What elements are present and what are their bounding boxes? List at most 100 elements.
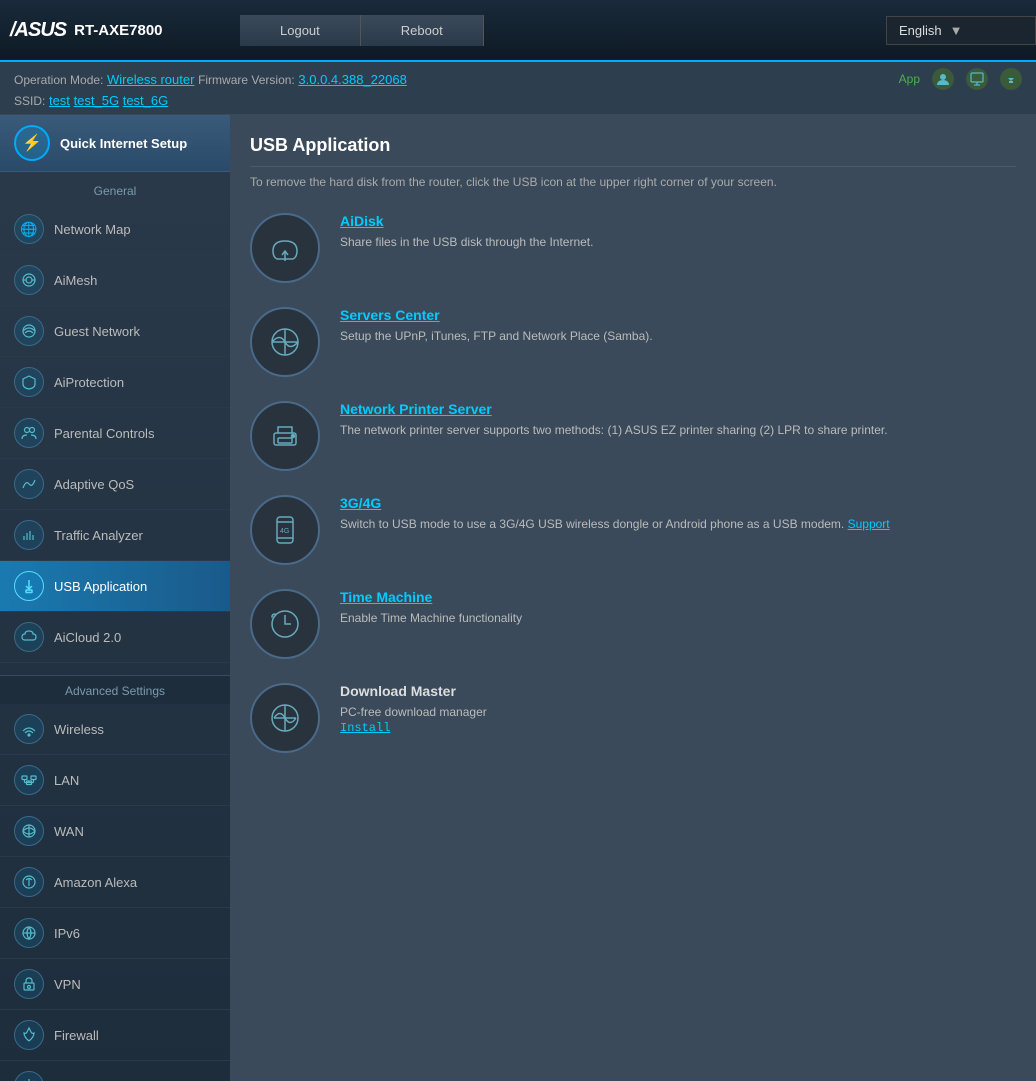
firmware-value[interactable]: 3.0.0.4.388_22068 bbox=[298, 72, 406, 87]
usb-application-icon bbox=[14, 571, 44, 601]
network-printer-content: Network Printer Server The network print… bbox=[340, 401, 1016, 439]
firmware-label: Firmware Version: bbox=[198, 73, 295, 87]
3g4g-desc: Switch to USB mode to use a 3G/4G USB wi… bbox=[340, 515, 1016, 533]
adaptive-qos-icon bbox=[14, 469, 44, 499]
sidebar-item-vpn[interactable]: VPN bbox=[0, 959, 230, 1010]
advanced-section: Advanced Settings Wireless LAN WAN bbox=[0, 667, 230, 1081]
parental-controls-icon bbox=[14, 418, 44, 448]
sidebar-item-amazon-alexa[interactable]: Amazon Alexa bbox=[0, 857, 230, 908]
aicloud-icon bbox=[14, 622, 44, 652]
monitor-icon[interactable] bbox=[966, 68, 988, 90]
sidebar-item-aimesh[interactable]: AiMesh bbox=[0, 255, 230, 306]
quick-setup-icon: ⚡ bbox=[14, 125, 50, 161]
network-printer-item: Network Printer Server The network print… bbox=[250, 401, 1016, 471]
logout-button[interactable]: Logout bbox=[240, 15, 361, 46]
sidebar-item-firewall[interactable]: Firewall bbox=[0, 1010, 230, 1061]
sidebar-item-label-amazon-alexa: Amazon Alexa bbox=[54, 875, 137, 890]
network-printer-desc: The network printer server supports two … bbox=[340, 421, 1016, 439]
download-master-item: Download Master PC-free download manager… bbox=[250, 683, 1016, 753]
time-machine-desc: Enable Time Machine functionality bbox=[340, 609, 1016, 627]
sidebar-item-parental-controls[interactable]: Parental Controls bbox=[0, 408, 230, 459]
sidebar-item-network-map[interactable]: 🌐 Network Map bbox=[0, 204, 230, 255]
servers-center-desc: Setup the UPnP, iTunes, FTP and Network … bbox=[340, 327, 1016, 345]
page-subtitle: To remove the hard disk from the router,… bbox=[250, 175, 1016, 189]
sidebar-item-lan[interactable]: LAN bbox=[0, 755, 230, 806]
reboot-button[interactable]: Reboot bbox=[361, 15, 484, 46]
time-machine-content: Time Machine Enable Time Machine functio… bbox=[340, 589, 1016, 627]
3g4g-icon: 4G bbox=[250, 495, 320, 565]
aidisk-content: AiDisk Share files in the USB disk throu… bbox=[340, 213, 1016, 251]
aidisk-title[interactable]: AiDisk bbox=[340, 213, 1016, 229]
servers-center-item: Servers Center Setup the UPnP, iTunes, F… bbox=[250, 307, 1016, 377]
ssid-1[interactable]: test bbox=[49, 93, 70, 108]
top-nav: Logout Reboot bbox=[240, 15, 886, 46]
sidebar: ⚡ Quick Internet Setup General 🌐 Network… bbox=[0, 115, 230, 1081]
info-text-row: Operation Mode: Wireless router Firmware… bbox=[14, 72, 407, 87]
sidebar-item-label-aiprotection: AiProtection bbox=[54, 375, 124, 390]
sidebar-item-label-aimesh: AiMesh bbox=[54, 273, 97, 288]
sidebar-item-label-lan: LAN bbox=[54, 773, 79, 788]
download-master-install-link[interactable]: Install bbox=[340, 721, 1016, 735]
asus-logo: /ASUS bbox=[10, 19, 66, 42]
logo-area: /ASUS RT-AXE7800 bbox=[0, 19, 240, 42]
3g4g-content: 3G/4G Switch to USB mode to use a 3G/4G … bbox=[340, 495, 1016, 533]
sidebar-item-ipv6[interactable]: IPv6 bbox=[0, 908, 230, 959]
aidisk-icon bbox=[250, 213, 320, 283]
3g4g-support-link[interactable]: Support bbox=[848, 517, 890, 531]
ssid-row: SSID: test test_5G test_6G bbox=[14, 93, 1022, 108]
info-bar-top: Operation Mode: Wireless router Firmware… bbox=[14, 68, 1022, 90]
ipv6-icon bbox=[14, 918, 44, 948]
app-label: App bbox=[899, 72, 920, 86]
advanced-label: Advanced Settings bbox=[0, 675, 230, 704]
quick-internet-setup[interactable]: ⚡ Quick Internet Setup bbox=[0, 115, 230, 172]
time-machine-item: Time Machine Enable Time Machine functio… bbox=[250, 589, 1016, 659]
sidebar-item-label-adaptive-qos: Adaptive QoS bbox=[54, 477, 134, 492]
aiprotection-icon bbox=[14, 367, 44, 397]
operation-mode-label: Operation Mode: bbox=[14, 73, 103, 87]
sidebar-item-label-wireless: Wireless bbox=[54, 722, 104, 737]
lang-dropdown-arrow: ▼ bbox=[950, 23, 963, 38]
servers-center-title[interactable]: Servers Center bbox=[340, 307, 1016, 323]
model-name: RT-AXE7800 bbox=[74, 22, 162, 39]
general-section: General 🌐 Network Map AiMesh Guest Netwo… bbox=[0, 172, 230, 667]
3g4g-title[interactable]: 3G/4G bbox=[340, 495, 1016, 511]
sidebar-item-usb-application[interactable]: USB Application bbox=[0, 561, 230, 612]
sidebar-item-aiprotection[interactable]: AiProtection bbox=[0, 357, 230, 408]
ssid-2[interactable]: test_5G bbox=[74, 93, 120, 108]
user-icon[interactable] bbox=[932, 68, 954, 90]
sidebar-item-label-wan: WAN bbox=[54, 824, 84, 839]
sidebar-item-wireless[interactable]: Wireless bbox=[0, 704, 230, 755]
lang-selector[interactable]: English ▼ bbox=[886, 16, 1036, 45]
sidebar-item-wan[interactable]: WAN bbox=[0, 806, 230, 857]
wan-icon bbox=[14, 816, 44, 846]
usb-icon[interactable] bbox=[1000, 68, 1022, 90]
info-icons: App bbox=[899, 68, 1022, 90]
top-bar: /ASUS RT-AXE7800 Logout Reboot English ▼ bbox=[0, 0, 1036, 62]
network-printer-icon bbox=[250, 401, 320, 471]
sidebar-item-adaptive-qos[interactable]: Adaptive QoS bbox=[0, 459, 230, 510]
sidebar-item-label-usb-application: USB Application bbox=[54, 579, 147, 594]
time-machine-icon bbox=[250, 589, 320, 659]
aidisk-item: AiDisk Share files in the USB disk throu… bbox=[250, 213, 1016, 283]
network-printer-title[interactable]: Network Printer Server bbox=[340, 401, 1016, 417]
sidebar-item-traffic-analyzer[interactable]: Traffic Analyzer bbox=[0, 510, 230, 561]
sidebar-item-guest-network[interactable]: Guest Network bbox=[0, 306, 230, 357]
operation-mode-value[interactable]: Wireless router bbox=[107, 72, 194, 87]
servers-center-content: Servers Center Setup the UPnP, iTunes, F… bbox=[340, 307, 1016, 345]
sidebar-item-label-vpn: VPN bbox=[54, 977, 81, 992]
guest-network-icon bbox=[14, 316, 44, 346]
servers-center-icon bbox=[250, 307, 320, 377]
time-machine-title[interactable]: Time Machine bbox=[340, 589, 1016, 605]
svg-text:4G: 4G bbox=[280, 528, 289, 535]
sidebar-item-administration[interactable]: Administration bbox=[0, 1061, 230, 1081]
general-label: General bbox=[0, 180, 230, 204]
sidebar-item-aicloud[interactable]: AiCloud 2.0 bbox=[0, 612, 230, 663]
traffic-analyzer-icon bbox=[14, 520, 44, 550]
ssid-3[interactable]: test_6G bbox=[123, 93, 169, 108]
aimesh-icon bbox=[14, 265, 44, 295]
wireless-icon bbox=[14, 714, 44, 744]
sidebar-item-label-ipv6: IPv6 bbox=[54, 926, 80, 941]
lang-label: English bbox=[899, 23, 942, 38]
sidebar-item-label-network-map: Network Map bbox=[54, 222, 131, 237]
lan-icon bbox=[14, 765, 44, 795]
